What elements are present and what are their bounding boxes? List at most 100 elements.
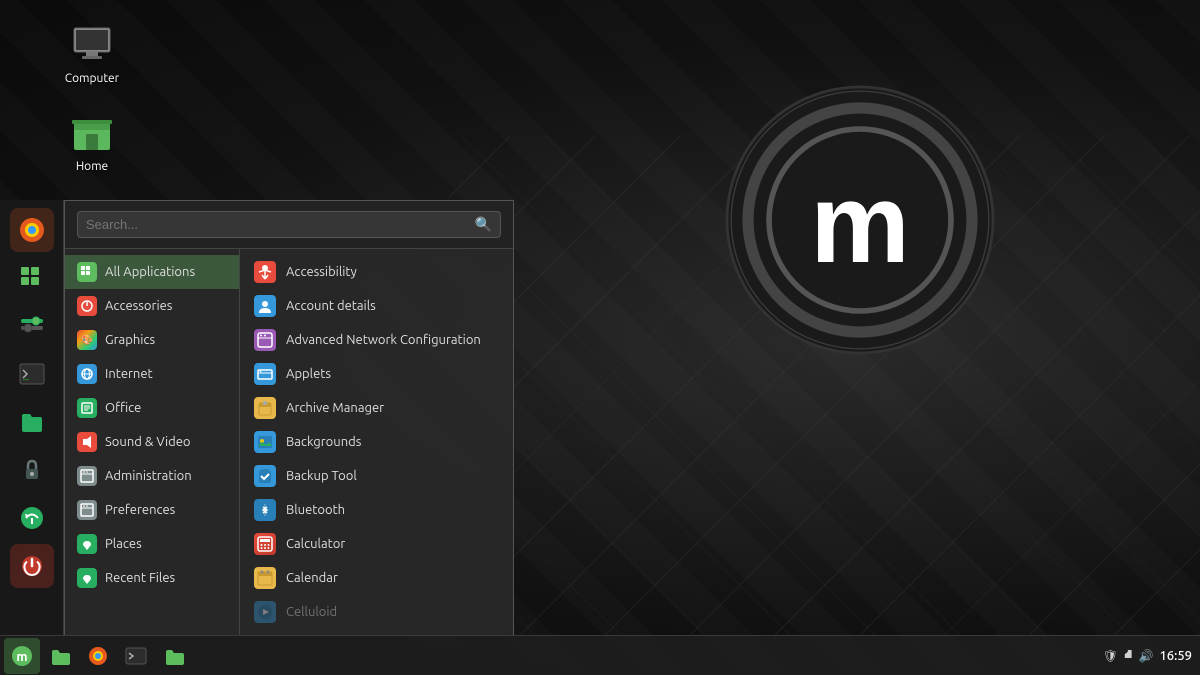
cat-soundvideo-icon	[77, 432, 97, 452]
sidebar-appgrid[interactable]	[10, 256, 54, 300]
cat-admin-label: Administration	[105, 469, 192, 483]
app-account-icon	[254, 295, 276, 317]
computer-icon-img	[68, 20, 116, 68]
cat-internet-label: Internet	[105, 367, 153, 381]
start-menu: _	[0, 200, 514, 635]
cat-preferences[interactable]: Preferences	[65, 493, 239, 527]
computer-label: Computer	[65, 72, 119, 85]
app-bluetooth-icon	[254, 499, 276, 521]
search-input[interactable]	[86, 217, 475, 232]
cat-places-icon	[77, 534, 97, 554]
app-backup-label: Backup Tool	[286, 469, 357, 483]
cat-places[interactable]: Places	[65, 527, 239, 561]
computer-icon[interactable]: Computer	[52, 20, 132, 85]
app-backgrounds-label: Backgrounds	[286, 435, 361, 449]
cat-preferences-icon	[77, 500, 97, 520]
app-bluetooth-label: Bluetooth	[286, 503, 345, 517]
sidebar-update[interactable]	[10, 496, 54, 540]
taskbar-right: 🛡 ⛘ 🔊 16:59	[1103, 648, 1200, 663]
taskbar-files-button[interactable]	[42, 638, 78, 674]
cat-accessories-icon	[77, 296, 97, 316]
app-calculator-icon	[254, 533, 276, 555]
app-calculator-label: Calculator	[286, 537, 345, 551]
taskbar-volume-icon[interactable]: 🔊	[1139, 649, 1154, 663]
cat-all-applications[interactable]: All Applications	[65, 255, 239, 289]
cat-graphics-label: Graphics	[105, 333, 155, 347]
search-icon[interactable]: 🔍	[475, 216, 492, 233]
cat-office-label: Office	[105, 401, 141, 415]
taskbar-network-icon[interactable]: ⛘	[1124, 648, 1132, 663]
apps-column: Accessibility Account details	[240, 249, 513, 635]
categories-column: All Applications Accessories 🎨 Graphics	[65, 249, 240, 635]
app-bluetooth[interactable]: Bluetooth	[240, 493, 513, 527]
search-bar: 🔍	[65, 201, 513, 249]
cat-recent-label: Recent Files	[105, 571, 175, 585]
mint-logo: m	[720, 80, 1000, 360]
cat-soundvideo-label: Sound & Video	[105, 435, 191, 449]
sidebar-files[interactable]	[10, 400, 54, 444]
taskbar-time: 16:59	[1159, 649, 1192, 663]
cat-graphics-icon: 🎨	[77, 330, 97, 350]
home-icon[interactable]: Home	[52, 108, 132, 173]
taskbar-terminal-button[interactable]	[118, 638, 154, 674]
cat-internet[interactable]: Internet	[65, 357, 239, 391]
app-backup-icon	[254, 465, 276, 487]
svg-text:m: m	[16, 650, 27, 664]
sidebar-firefox[interactable]	[10, 208, 54, 252]
cat-office[interactable]: Office	[65, 391, 239, 425]
app-applets[interactable]: Applets	[240, 357, 513, 391]
app-calendar[interactable]: Calendar	[240, 561, 513, 595]
sidebar-terminal[interactable]: _	[10, 352, 54, 396]
cat-recent[interactable]: Recent Files	[65, 561, 239, 595]
app-applets-label: Applets	[286, 367, 331, 381]
taskbar: m	[0, 635, 1200, 675]
desktop: m Computer Home	[0, 0, 1200, 675]
app-account-details[interactable]: Account details	[240, 289, 513, 323]
app-celluloid: Celluloid	[240, 595, 513, 629]
taskbar-shield-icon[interactable]: 🛡	[1103, 649, 1118, 663]
app-accessibility-icon	[254, 261, 276, 283]
app-backgrounds-icon	[254, 431, 276, 453]
app-calendar-icon	[254, 567, 276, 589]
cat-accessories-label: Accessories	[105, 299, 172, 313]
cat-graphics[interactable]: 🎨 Graphics	[65, 323, 239, 357]
app-accessibility[interactable]: Accessibility	[240, 255, 513, 289]
app-archive-icon	[254, 397, 276, 419]
cat-recent-icon	[77, 568, 97, 588]
app-backgrounds[interactable]: Backgrounds	[240, 425, 513, 459]
sidebar-lock[interactable]	[10, 448, 54, 492]
app-calculator[interactable]: Calculator	[240, 527, 513, 561]
search-input-wrap: 🔍	[77, 211, 501, 238]
cat-soundvideo[interactable]: Sound & Video	[65, 425, 239, 459]
sidebar-power[interactable]	[10, 544, 54, 588]
app-applets-icon	[254, 363, 276, 385]
app-network-icon	[254, 329, 276, 351]
taskbar-mint-button[interactable]: m	[4, 638, 40, 674]
app-network-label: Advanced Network Configuration	[286, 333, 481, 347]
cat-preferences-label: Preferences	[105, 503, 175, 517]
sidebar-settings[interactable]	[10, 304, 54, 348]
cat-all-icon	[77, 262, 97, 282]
home-icon-img	[68, 108, 116, 156]
taskbar-firefox-button[interactable]	[80, 638, 116, 674]
cat-admin[interactable]: Administration	[65, 459, 239, 493]
cat-office-icon	[77, 398, 97, 418]
taskbar-left: m	[0, 638, 192, 674]
menu-panel: 🔍	[64, 200, 514, 635]
app-celluloid-icon	[254, 601, 276, 623]
cat-admin-icon	[77, 466, 97, 486]
cat-accessories[interactable]: Accessories	[65, 289, 239, 323]
cat-places-label: Places	[105, 537, 142, 551]
app-advanced-network[interactable]: Advanced Network Configuration	[240, 323, 513, 357]
svg-text:m: m	[810, 161, 910, 286]
app-archive-label: Archive Manager	[286, 401, 384, 415]
sidebar: _	[0, 200, 64, 635]
cat-internet-icon	[77, 364, 97, 384]
app-celluloid-label: Celluloid	[286, 605, 337, 619]
app-backup-tool[interactable]: Backup Tool	[240, 459, 513, 493]
app-calendar-label: Calendar	[286, 571, 338, 585]
app-archive-manager[interactable]: Archive Manager	[240, 391, 513, 425]
taskbar-files2-button[interactable]	[156, 638, 192, 674]
app-account-label: Account details	[286, 299, 376, 313]
app-accessibility-label: Accessibility	[286, 265, 357, 279]
